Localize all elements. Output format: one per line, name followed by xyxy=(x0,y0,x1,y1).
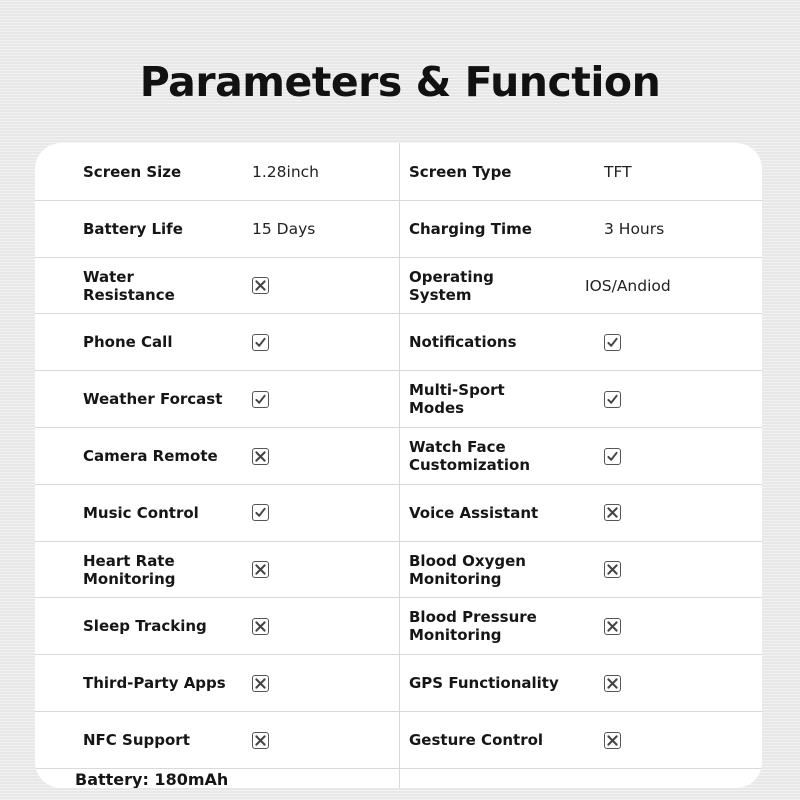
spec-value xyxy=(604,485,621,541)
spec-label: Gesture Control xyxy=(409,731,544,749)
spec-value: 15 Days xyxy=(252,219,316,238)
spec-label: Heart Rate Monitoring xyxy=(83,551,176,588)
battery-capacity: Battery: 180mAh xyxy=(75,770,229,788)
spec-value xyxy=(604,598,621,654)
table-row: Sleep Tracking Blood Pressure Monitoring xyxy=(35,597,762,654)
checkbox-checked-icon xyxy=(604,447,621,465)
checkbox-checked-icon xyxy=(604,390,621,408)
spec-value xyxy=(252,542,269,598)
table-row: Battery Life 15 Days Charging Time 3 Hours xyxy=(35,199,762,257)
table-row: Water Resistance Operating System IOS/Andi… xyxy=(35,256,762,314)
table-row: Camera Remote Watch Face Customization xyxy=(35,427,762,484)
spec-label: Operating System xyxy=(409,267,494,304)
spec-label: Third-Party Apps xyxy=(83,674,226,693)
spec-label: Battery Life xyxy=(83,219,183,238)
spec-table: Screen Size 1.28inch Screen Type TFT Battery… xyxy=(35,143,762,788)
spec-label: Multi-Sport Modes xyxy=(409,381,505,418)
checkbox-checked-icon xyxy=(252,390,269,408)
checkbox-crossed-icon xyxy=(604,674,621,692)
spec-label: Camera Remote xyxy=(83,447,218,465)
spec-value xyxy=(252,485,269,541)
spec-label: Sleep Tracking xyxy=(83,617,207,636)
checkbox-crossed-icon xyxy=(604,617,621,635)
spec-label: Phone Call xyxy=(83,333,173,352)
spec-value: IOS/Andiod xyxy=(585,276,671,295)
spec-label: Screen Size xyxy=(83,162,182,181)
table-row: Phone Call Notifications xyxy=(35,313,762,370)
spec-value xyxy=(604,655,621,711)
checkbox-crossed-icon xyxy=(252,731,269,749)
spec-label: Blood Pressure Monitoring xyxy=(409,608,537,645)
spec-value xyxy=(604,542,621,598)
spec-value: TFT xyxy=(604,162,632,181)
spec-value: 3 Hours xyxy=(604,219,665,238)
spec-value xyxy=(252,258,269,314)
checkbox-crossed-icon xyxy=(604,731,621,749)
table-row: Heart Rate Monitoring Blood Oxygen Monito… xyxy=(35,540,762,598)
checkbox-crossed-icon xyxy=(252,617,269,635)
spec-label: Water Resistance xyxy=(83,267,175,304)
spec-label: Music Control xyxy=(83,503,199,522)
spec-value xyxy=(252,598,269,654)
checkbox-crossed-icon xyxy=(252,277,269,295)
checkbox-crossed-icon xyxy=(252,561,269,579)
spec-value: 1.28inch xyxy=(252,162,319,181)
checkbox-checked-icon xyxy=(252,504,269,522)
table-row: Third-Party Apps GPS Functionality xyxy=(35,654,762,711)
spec-label: Screen Type xyxy=(409,162,512,181)
spec-label: Notifications xyxy=(409,333,517,352)
table-row: NFC Support Gesture Control xyxy=(35,711,762,768)
spec-value xyxy=(604,428,621,484)
footer-row: Battery: 180mAh xyxy=(35,767,762,788)
spec-label: Watch Face Customization xyxy=(409,438,531,474)
page-title: Parameters & Function xyxy=(139,58,661,106)
spec-value xyxy=(252,655,269,711)
spec-label: Blood Oxygen Monitoring xyxy=(409,551,526,588)
checkbox-crossed-icon xyxy=(252,674,269,692)
table-row: Weather Forcast Multi-Sport Modes xyxy=(35,370,762,427)
spec-value xyxy=(252,428,269,484)
spec-value xyxy=(252,314,269,370)
spec-value xyxy=(252,712,269,768)
checkbox-crossed-icon xyxy=(604,561,621,579)
checkbox-checked-icon xyxy=(252,333,269,351)
spec-label: Charging Time xyxy=(409,219,532,238)
spec-value xyxy=(252,371,269,427)
checkbox-crossed-icon xyxy=(252,447,269,465)
spec-label: Weather Forcast xyxy=(83,390,223,409)
checkbox-crossed-icon xyxy=(604,504,621,522)
table-row: Screen Size 1.28inch Screen Type TFT xyxy=(35,143,762,200)
spec-label: NFC Support xyxy=(83,731,190,749)
spec-value xyxy=(604,371,621,427)
spec-value xyxy=(604,712,621,768)
table-row: Music Control Voice Assistant xyxy=(35,483,762,541)
checkbox-checked-icon xyxy=(604,333,621,351)
spec-label: GPS Functionality xyxy=(409,674,559,693)
spec-value xyxy=(604,314,621,370)
spec-label: Voice Assistant xyxy=(409,503,539,522)
